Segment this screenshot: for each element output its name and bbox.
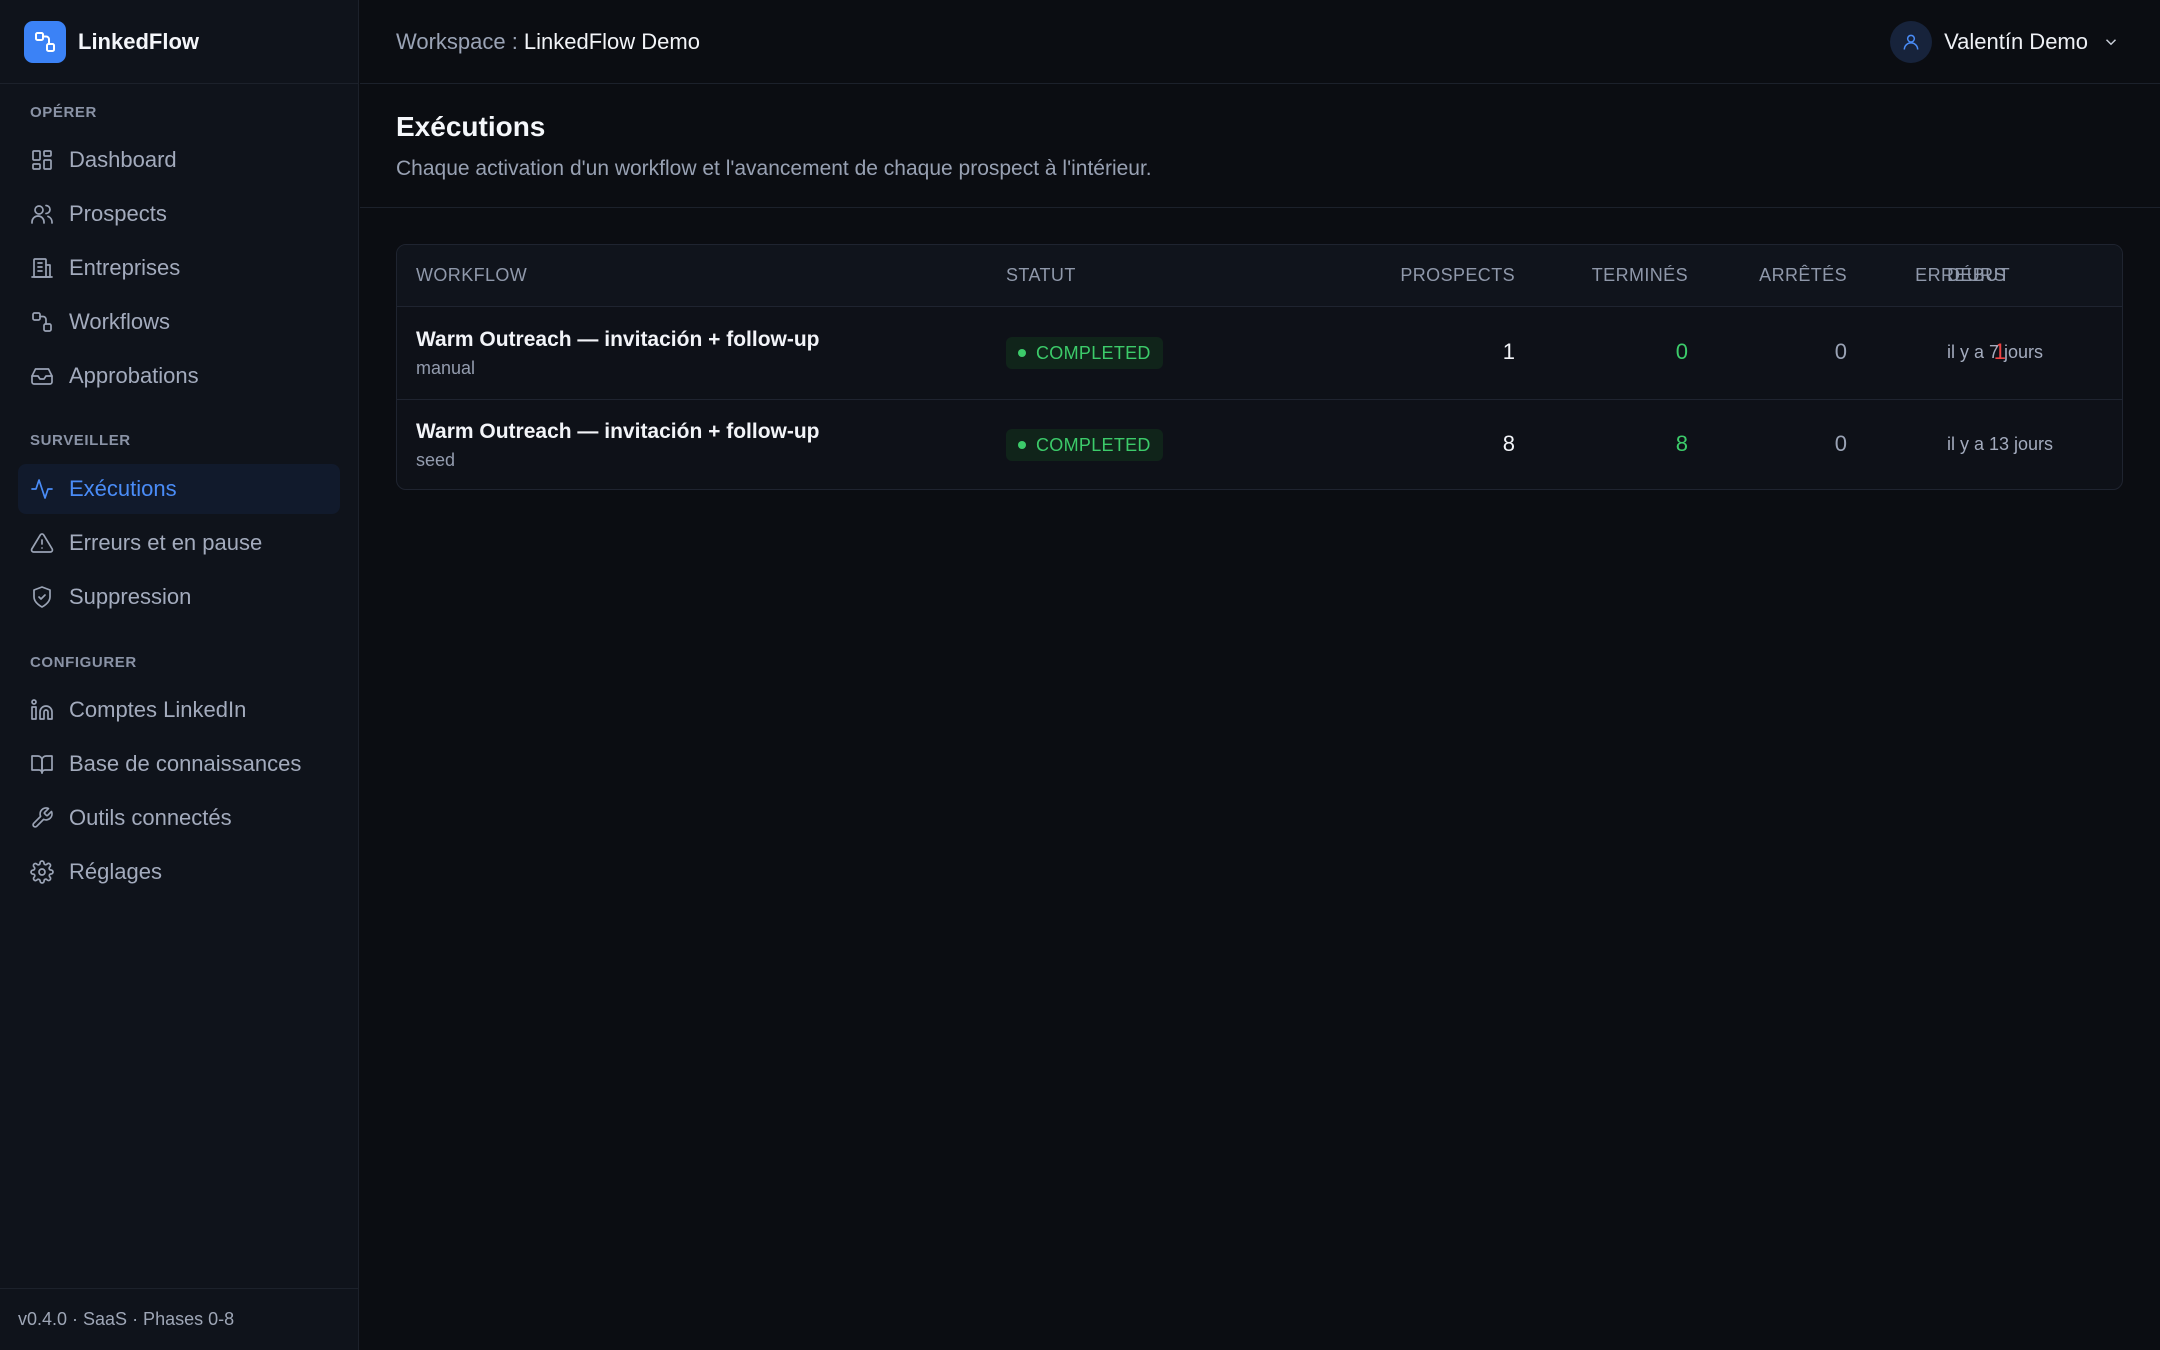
table-row[interactable]: Warm Outreach — invitación + follow-up s… — [397, 399, 2122, 489]
sidebar: LinkedFlow OPÉRER Dashboard Prospects En… — [0, 0, 359, 1350]
activity-icon — [30, 477, 54, 501]
user-icon — [1903, 34, 1919, 50]
workspace-label: Workspace : — [396, 28, 518, 54]
table-header: WORKFLOW STATUT PROSPECTS TERMINÉS ARRÊT… — [397, 245, 2122, 307]
nav-section-operer: OPÉRER — [30, 104, 97, 121]
sidebar-item-label: Approbations — [69, 363, 199, 388]
sidebar-item-reglages[interactable]: Réglages — [18, 847, 340, 897]
sidebar-item-label: Dashboard — [69, 147, 177, 172]
page-title: Exécutions — [396, 111, 546, 142]
linkedin-icon — [30, 698, 54, 722]
arretes-count: 0 — [1834, 339, 1847, 364]
chevron-down-icon — [2102, 33, 2120, 51]
topbar: Workspace : LinkedFlow Demo Valentín Dem… — [360, 0, 2160, 84]
prospects-count: 1 — [1502, 339, 1515, 364]
termines-count: 8 — [1675, 431, 1688, 456]
warning-icon — [30, 531, 54, 555]
arretes-count: 0 — [1834, 431, 1847, 456]
workflow-logo-icon — [24, 20, 66, 63]
table-row[interactable]: Warm Outreach — invitación + follow-up m… — [397, 308, 2122, 399]
sidebar-item-executions[interactable]: Exécutions — [18, 464, 340, 514]
workflow-cell: Warm Outreach — invitación + follow-up m… — [416, 328, 820, 379]
building-icon — [30, 256, 54, 280]
sidebar-item-base-connaissances[interactable]: Base de connaissances — [18, 739, 340, 789]
workflow-icon — [30, 310, 54, 334]
inbox-icon — [30, 364, 54, 388]
sidebar-item-workflows[interactable]: Workflows — [18, 297, 340, 347]
page-subtitle: Chaque activation d'un workflow et l'ava… — [396, 157, 1152, 180]
nav-section-configurer: CONFIGURER — [30, 654, 137, 671]
page-header: Exécutions Chaque activation d'un workfl… — [360, 85, 2160, 208]
brand[interactable]: LinkedFlow — [0, 0, 358, 84]
sidebar-item-comptes-linkedin[interactable]: Comptes LinkedIn — [18, 685, 340, 735]
sidebar-item-label: Outils connectés — [69, 805, 232, 830]
workspace-name[interactable]: LinkedFlow Demo — [524, 29, 700, 55]
sidebar-item-label: Suppression — [69, 584, 192, 609]
sidebar-item-label: Erreurs et en pause — [69, 530, 263, 555]
sidebar-item-label: Entreprises — [69, 255, 181, 280]
avatar — [1890, 21, 1933, 63]
sidebar-item-label: Base de connaissances — [69, 751, 302, 776]
app-name: LinkedFlow — [78, 28, 199, 54]
user-menu[interactable]: Valentín Demo — [1890, 20, 2120, 64]
status-label: COMPLETED — [1036, 342, 1151, 363]
status-badge: COMPLETED — [1006, 429, 1163, 461]
version-label: v0.4.0 · SaaS · Phases 0-8 — [0, 1288, 359, 1350]
termines-count: 0 — [1675, 339, 1688, 364]
workflow-source: manual — [416, 358, 476, 378]
sidebar-item-erreurs[interactable]: Erreurs et en pause — [18, 518, 340, 568]
sidebar-item-label: Workflows — [69, 309, 171, 334]
workflow-name[interactable]: Warm Outreach — invitación + follow-up — [416, 328, 820, 352]
status-badge: COMPLETED — [1006, 337, 1163, 369]
start-date: il y a 13 jours — [1947, 434, 2054, 454]
sidebar-item-approbations[interactable]: Approbations — [18, 351, 340, 401]
gear-icon — [30, 860, 54, 884]
status-dot-icon — [1018, 441, 1026, 449]
sidebar-item-outils-connectes[interactable]: Outils connectés — [18, 793, 340, 843]
sidebar-item-label: Exécutions — [69, 476, 177, 501]
prospects-count: 8 — [1502, 431, 1515, 456]
status-dot-icon — [1018, 349, 1026, 357]
column-header-prospects[interactable]: PROSPECTS — [1315, 265, 1515, 286]
column-header-statut[interactable]: STATUT — [1006, 265, 1076, 286]
workflow-source: seed — [416, 450, 456, 470]
status-label: COMPLETED — [1036, 434, 1151, 455]
users-icon — [30, 202, 54, 226]
sidebar-item-prospects[interactable]: Prospects — [18, 189, 340, 239]
sidebar-item-label: Réglages — [69, 859, 162, 884]
sidebar-item-dashboard[interactable]: Dashboard — [18, 135, 340, 185]
sidebar-item-label: Comptes LinkedIn — [69, 697, 247, 722]
nav-section-surveiller: SURVEILLER — [30, 432, 131, 449]
shield-icon — [30, 585, 54, 609]
column-header-workflow[interactable]: WORKFLOW — [416, 265, 527, 286]
workflow-name[interactable]: Warm Outreach — invitación + follow-up — [416, 420, 820, 444]
wrench-icon — [30, 806, 54, 830]
column-header-debut[interactable]: DÉBUT — [1947, 265, 2010, 286]
sidebar-item-suppression[interactable]: Suppression — [18, 572, 340, 622]
book-icon — [30, 752, 54, 776]
sidebar-item-entreprises[interactable]: Entreprises — [18, 243, 340, 293]
workflow-cell: Warm Outreach — invitación + follow-up s… — [416, 420, 820, 471]
executions-table: WORKFLOW STATUT PROSPECTS TERMINÉS ARRÊT… — [396, 244, 2123, 490]
start-date: il y a 7 jours — [1947, 342, 2044, 362]
dashboard-icon — [30, 148, 54, 172]
user-name: Valentín Demo — [1944, 29, 2088, 54]
sidebar-item-label: Prospects — [69, 201, 167, 226]
